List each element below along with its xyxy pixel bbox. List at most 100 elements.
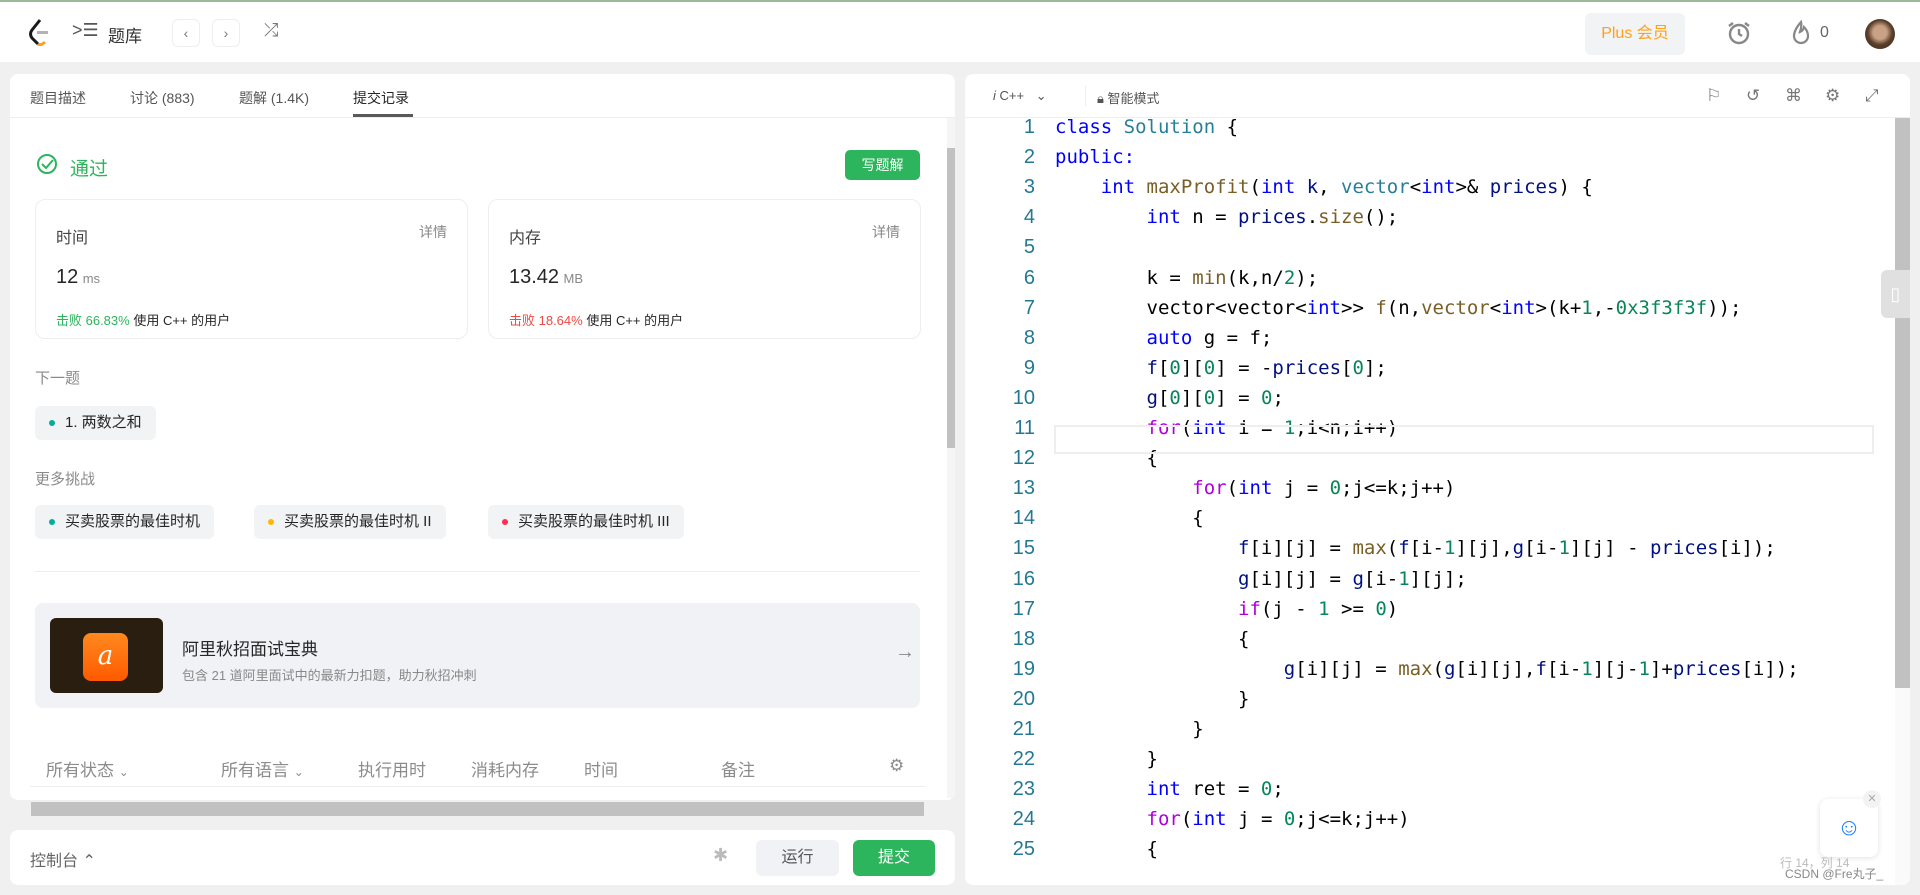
challenge-chip[interactable]: 买卖股票的最佳时机 [35,505,215,539]
scrollbar-thumb[interactable] [31,802,924,816]
code-line[interactable]: } [1055,688,1249,710]
line-number: 16 [1012,567,1035,590]
line-number: 18 [1012,627,1035,650]
next-problem-button[interactable]: › [212,19,240,47]
code-token: ; [1272,778,1284,801]
leetcode-logo-icon[interactable] [28,18,50,47]
user-avatar[interactable] [1865,19,1895,49]
chevron-down-icon: ⌄ [118,765,129,779]
horizontal-scrollbar[interactable] [10,800,955,817]
code-line[interactable]: { [1055,628,1249,650]
code-line[interactable]: k = min(k,n/2); [1055,266,1319,289]
line-number: 13 [1012,477,1035,500]
memory-value: 13.42 [509,266,560,288]
write-solution-button[interactable]: 写题解 [845,150,920,180]
code-line[interactable]: for(int j = 0;j<=k;j++) [1055,808,1410,830]
scrollbar-thumb[interactable] [1895,118,1910,688]
vertical-scrollbar[interactable] [947,118,955,798]
line-number: 22 [1012,748,1035,771]
code-token: 2 [1283,266,1296,289]
code-line[interactable]: f[0][0] = -prices[0]; [1055,357,1387,379]
code-token: k [1306,176,1319,199]
code-token: (k,n/ [1226,266,1284,289]
tab-submissions[interactable]: 提交记录 [353,88,409,108]
run-button[interactable]: 运行 [756,840,839,876]
memory-detail-link[interactable]: 详情 [872,222,900,242]
tab-discussion[interactable]: 讨论 (883) [130,88,195,108]
plus-member-button[interactable]: Plus 会员 [1585,13,1685,55]
promo-banner[interactable]: a 阿里秋招面试宝典 包含 21 道阿里面试中的最新力扣题，助力秋招冲刺 → [35,603,920,708]
code-line[interactable]: int maxProfit(int k, vector<int>& prices… [1055,176,1593,198]
submit-button[interactable]: 提交 [853,840,935,876]
code-line[interactable]: int n = prices.size(); [1055,206,1399,228]
settings-gear-icon[interactable]: ⚙ [1825,86,1840,106]
code-token: 1 [1318,597,1330,620]
challenge-chip[interactable]: 买卖股票的最佳时机 II [254,505,446,539]
runtime-card: 时间 详情 12 ms 击败 66.83% 使用 C++ 的用户 [35,199,468,339]
close-icon[interactable]: ✕ [1863,790,1881,808]
code-line[interactable]: vector<vector<int>> f(n,vector<int>(k+1,… [1055,296,1742,319]
code-line[interactable]: int ret = 0; [1055,778,1284,800]
code-line[interactable]: g[0][0] = 0; [1055,387,1284,409]
notes-side-tab[interactable]: ▯ [1881,270,1910,318]
code-token: [i][j] = [1249,567,1353,590]
code-token: f [1398,537,1410,560]
code-line[interactable]: for(int j = 0;j<=k;j++) [1055,477,1455,499]
code-editor-panel: i C++ ⌄ 🔒︎ 智能模式 ⚐ ↺ ⌘ ⚙ ⤢ 1 class Solutio… [965,74,1910,885]
language-filter-dropdown[interactable]: 所有语言 ⌄ [221,756,304,781]
code-token: [ [1157,386,1170,409]
console-toggle[interactable]: 控制台 ⌃ [30,847,96,871]
bookmark-icon[interactable]: ⚐ [1706,86,1721,106]
code-token: (n, [1386,296,1422,319]
code-line[interactable]: auto g = f; [1055,327,1273,349]
fullscreen-expand-icon[interactable]: ⤢ [1865,86,1879,106]
code-token: [i][j] = [1249,537,1353,560]
tab-description[interactable]: 题目描述 [30,88,86,108]
code-line[interactable]: { [1055,507,1203,529]
code-line[interactable]: } [1055,718,1203,740]
code-line[interactable]: f[i][j] = max(f[i-1][j],g[i-1][j] - pric… [1055,537,1776,559]
runtime-detail-link[interactable]: 详情 [419,222,447,242]
code-line[interactable]: class Solution { [1055,116,1238,138]
problem-bank-link[interactable]: 题库 [108,22,142,47]
code-line[interactable]: if(j - 1 >= 0) [1055,598,1398,620]
tab-solutions[interactable]: 题解 (1.4K) [239,88,309,108]
line-number: 21 [1012,718,1035,740]
settings-gear-icon[interactable]: ⚙ [889,756,904,776]
divider [1085,86,1086,106]
code-line[interactable]: public: [1055,146,1135,168]
code-line[interactable]: g[i][j] = max(g[i][j],f[i-1][j-1]+prices… [1055,658,1799,680]
fire-streak-icon[interactable] [1790,19,1812,51]
debug-bug-icon[interactable]: ✱ [713,845,728,866]
code-token: 1 [1581,657,1593,680]
code-token: g [1443,657,1456,680]
scrollbar-thumb[interactable] [947,148,955,448]
divider [30,786,925,787]
problem-list-icon[interactable]: >☰ [72,20,99,41]
language-label: C++ [999,88,1025,103]
editor-vertical-scrollbar[interactable] [1895,118,1910,885]
language-selector[interactable]: i C++ ⌄ [993,88,1047,104]
divider [35,571,920,572]
shortcut-command-icon[interactable]: ⌘ [1785,86,1802,106]
shuffle-icon[interactable]: ⤮ [264,20,278,41]
reset-icon[interactable]: ↺ [1746,86,1760,106]
prev-problem-button[interactable]: ‹ [172,19,200,47]
plus-label: Plus 会员 [1601,25,1669,42]
next-problem-chip[interactable]: 1. 两数之和 [35,406,156,440]
status-filter-dropdown[interactable]: 所有状态 ⌄ [46,756,129,781]
line-number: 2 [1023,146,1035,169]
code-token: ;j<=k;j++) [1295,808,1410,831]
alarm-clock-icon[interactable] [1726,20,1752,51]
smart-mode-toggle[interactable]: 🔒︎ 智能模式 [1097,88,1160,107]
line-number: 8 [1023,326,1035,349]
code-token: 1 [1638,657,1650,680]
code-token: ][j] - [1569,537,1650,560]
challenge-chip[interactable]: 买卖股票的最佳时机 III [488,505,684,539]
line-number: 10 [1012,386,1035,409]
code-token: ( [1432,657,1444,680]
code-line[interactable]: { [1055,838,1158,860]
code-line[interactable]: g[i][j] = g[i-1][j]; [1055,568,1467,590]
code-line[interactable]: } [1055,748,1158,770]
memory-beat-suffix: 使用 C++ 的用户 [586,313,684,328]
